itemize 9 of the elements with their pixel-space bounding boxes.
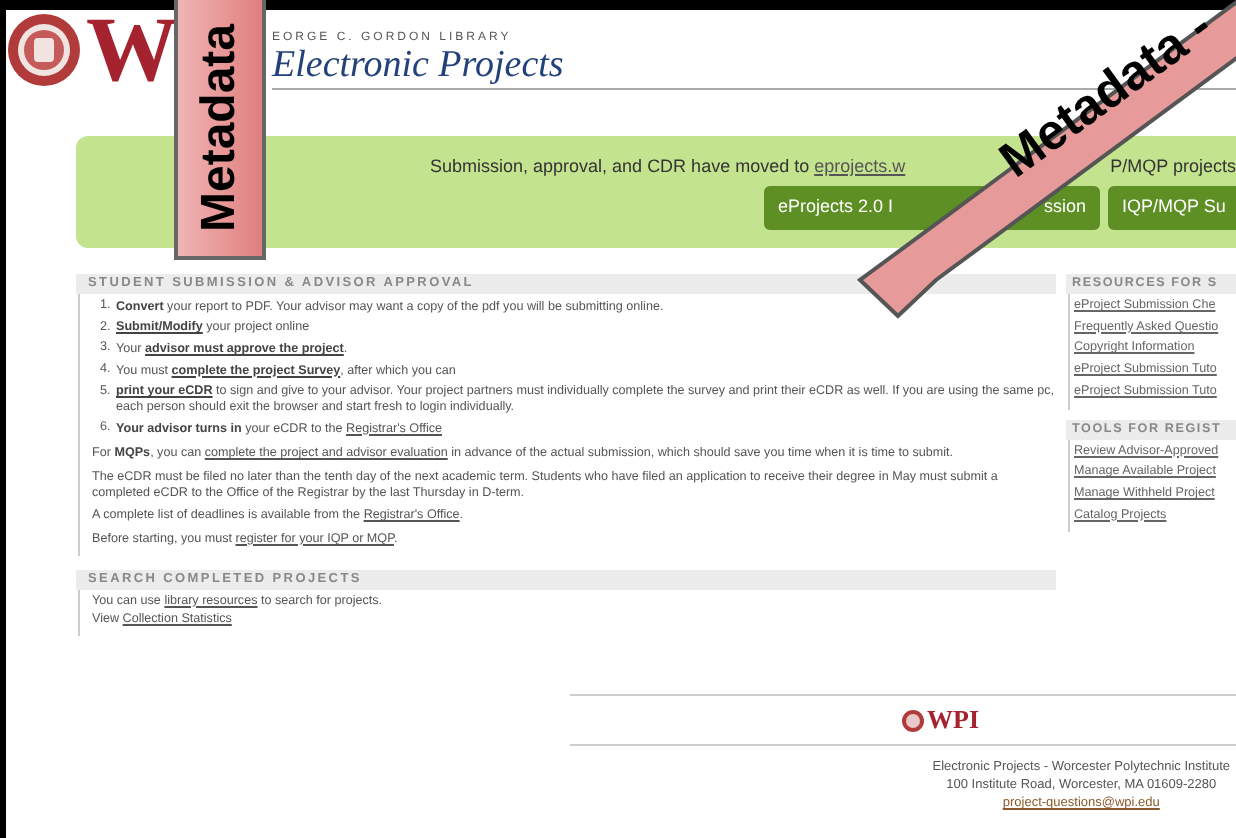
- seal-icon: [901, 709, 923, 731]
- link[interactable]: eprojects.w: [814, 156, 906, 176]
- notice-text: Submission, approval, and CDR have moved to eprojects.w: [430, 154, 906, 178]
- site-title: Electronic Projects: [272, 46, 564, 86]
- logo-letter: W: [86, 10, 178, 90]
- footer-logo: WPI: [901, 706, 979, 734]
- nav-button[interactable]: IQP/MQP Su: [1108, 186, 1236, 230]
- banner-text: Metadata: [192, 22, 248, 232]
- seal-icon: [6, 12, 82, 88]
